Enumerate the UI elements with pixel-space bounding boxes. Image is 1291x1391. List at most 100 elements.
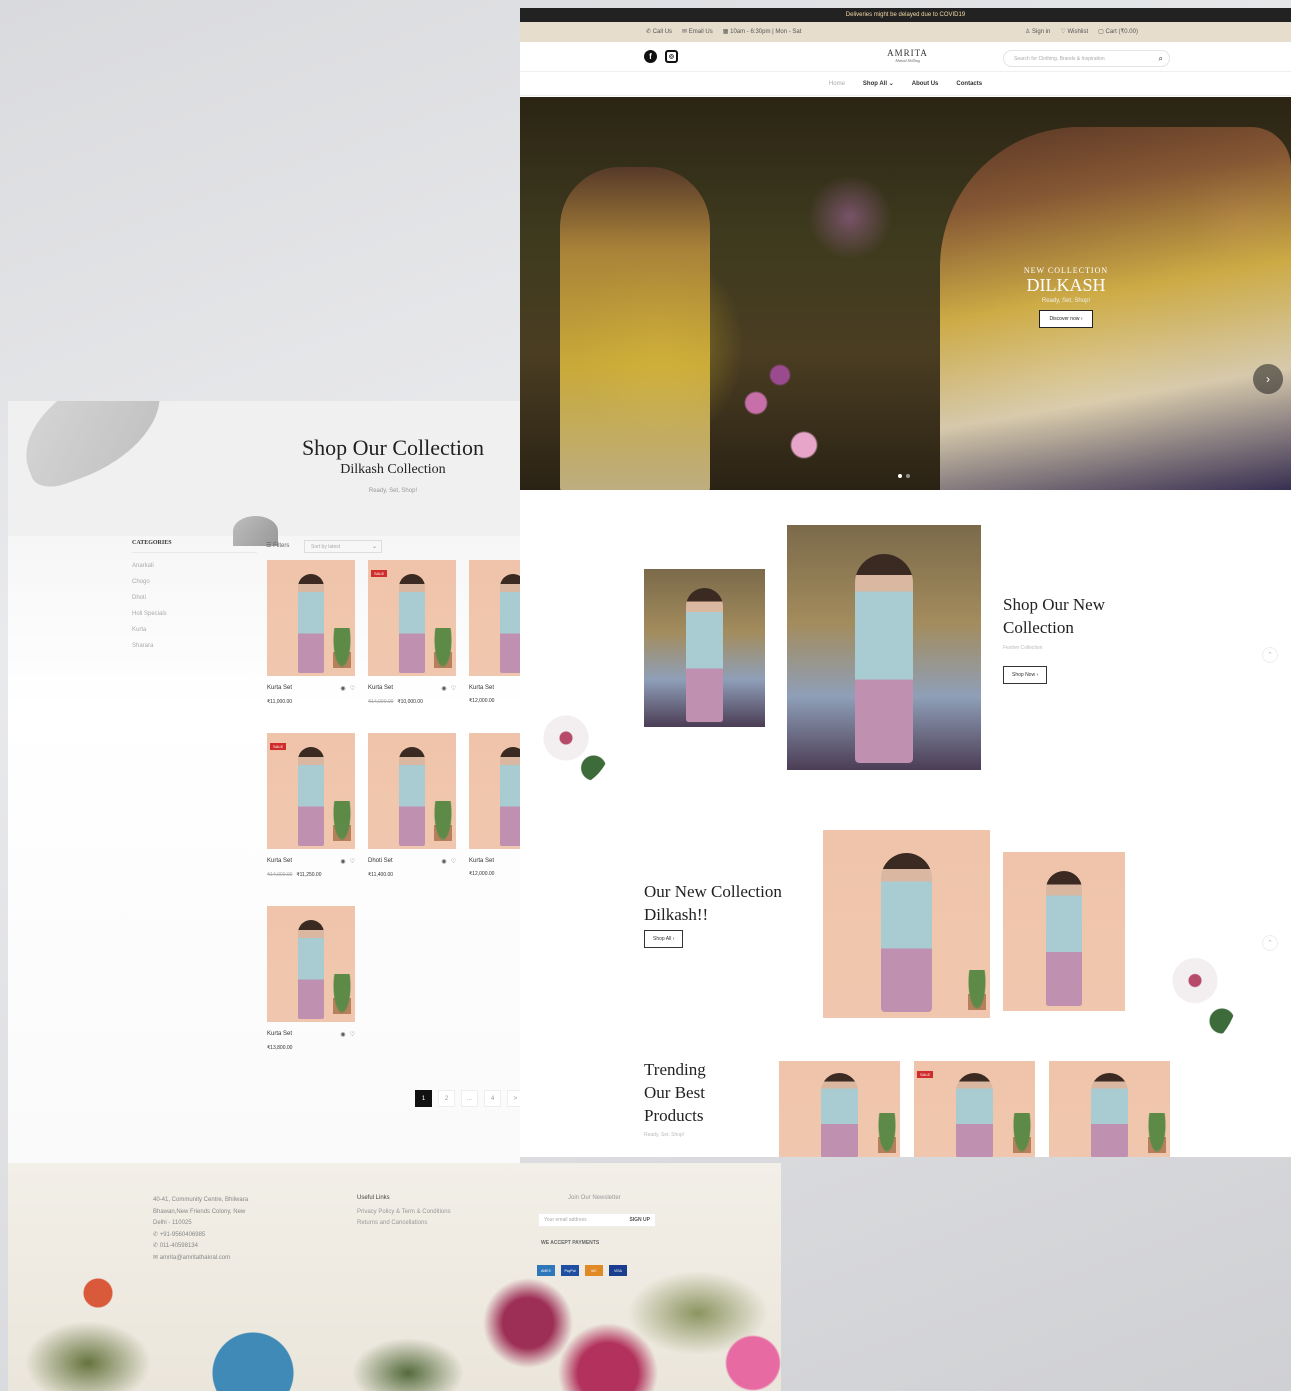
- quick-view-icon[interactable]: ◉: [340, 685, 345, 692]
- trending-product-photo[interactable]: SALE: [914, 1061, 1035, 1157]
- slide-dot[interactable]: [898, 474, 902, 478]
- search-input[interactable]: Search for Clothing, Brands & Inspiratio…: [1003, 50, 1170, 67]
- plant-decoration: [333, 628, 351, 668]
- page-button[interactable]: 1: [415, 1090, 432, 1107]
- amex-icon: AMEX: [537, 1265, 555, 1276]
- product-name[interactable]: Kurta Set: [469, 858, 494, 864]
- shop-all-button[interactable]: Shop All ›: [644, 930, 684, 948]
- product-photo[interactable]: [469, 560, 520, 676]
- nav-about-us[interactable]: About Us: [912, 81, 939, 87]
- call-us-link[interactable]: ✆ Call Us: [646, 28, 672, 35]
- sign-in-link[interactable]: ♙ Sign in: [1025, 28, 1050, 35]
- nav-home[interactable]: Home: [829, 81, 845, 87]
- dilkash-photo-front[interactable]: [823, 830, 990, 1018]
- product-card[interactable]: SALE Kurta Set ◉ ♡ ₹14,000.00 ₹10,000.00: [368, 560, 456, 705]
- email-us-link[interactable]: ✉ Email Us: [682, 28, 713, 35]
- instagram-icon[interactable]: ◎: [665, 50, 678, 63]
- product-card[interactable]: Kurta Set ₹12,000.00: [469, 560, 520, 704]
- quick-view-icon[interactable]: ◉: [441, 858, 446, 865]
- newsletter-email-input[interactable]: Your email address SIGN UP: [538, 1213, 656, 1227]
- trending-product-photo[interactable]: [1049, 1061, 1170, 1157]
- section-new-collection-title: Shop Our New Collection: [1003, 593, 1105, 639]
- nav-contacts[interactable]: Contacts: [956, 81, 982, 87]
- sign-in-label: Sign in: [1032, 29, 1051, 35]
- product-photo[interactable]: [368, 733, 456, 849]
- wishlist-icon[interactable]: ♡: [451, 685, 456, 692]
- logo-name: AMRITA: [887, 48, 928, 58]
- announcement-bar: Deliveries might be delayed due to COVID…: [520, 8, 1291, 22]
- title-line: Dilkash!!: [644, 905, 709, 924]
- model-figure: [1091, 1073, 1128, 1157]
- product-photo[interactable]: SALE: [368, 560, 456, 676]
- wishlist-icon[interactable]: ♡: [350, 1031, 355, 1038]
- product-photo[interactable]: [267, 906, 355, 1022]
- wishlist-icon[interactable]: ♡: [451, 858, 456, 865]
- scroll-up-icon[interactable]: ⌃: [1262, 935, 1278, 951]
- nav-shop-all[interactable]: Shop All ⌄: [863, 80, 894, 87]
- filter-icon: ☰: [266, 543, 272, 549]
- category-item[interactable]: Holi Specials: [132, 611, 167, 627]
- cart-link[interactable]: ▢ Cart (₹0.00): [1098, 28, 1138, 35]
- category-item[interactable]: Anarkali: [132, 563, 167, 579]
- product-card[interactable]: Dhoti Set ◉ ♡ ₹11,400.00: [368, 733, 456, 878]
- category-item[interactable]: Dhoti: [132, 595, 167, 611]
- discover-now-button[interactable]: Discover now ›: [1039, 310, 1093, 328]
- hours-text: ▦ 10am - 6:30pm | Mon - Sat: [722, 29, 802, 35]
- model-figure: [686, 587, 723, 723]
- paypal-icon: PayPal: [561, 1265, 579, 1276]
- product-card[interactable]: SALE Kurta Set ◉ ♡ ₹14,000.00 ₹11,250.00: [267, 733, 355, 878]
- product-name[interactable]: Dhoti Set: [368, 858, 393, 865]
- product-card[interactable]: Kurta Set ◉ ♡ ₹11,000.00: [267, 560, 355, 705]
- wishlist-icon[interactable]: ♡: [350, 858, 355, 865]
- wishlist-icon[interactable]: ♡: [350, 685, 355, 692]
- footer-link[interactable]: Returns and Cancellations: [357, 1218, 451, 1229]
- product-name[interactable]: Kurta Set: [267, 1031, 292, 1038]
- scroll-up-icon[interactable]: ⌃: [1262, 647, 1278, 663]
- shop-banner: Shop Our Collection Dilkash Collection R…: [8, 401, 520, 546]
- page-button[interactable]: 4: [484, 1090, 501, 1107]
- address-line: 40-41, Community Centre, Bhilwara: [153, 1197, 249, 1203]
- slide-dot[interactable]: [906, 474, 910, 478]
- product-name[interactable]: Kurta Set: [469, 685, 494, 691]
- product-name[interactable]: Kurta Set: [267, 685, 292, 692]
- category-item[interactable]: Chogo: [132, 579, 167, 595]
- product-card[interactable]: Kurta Set ◉ ♡ ₹13,800.00: [267, 906, 355, 1051]
- collection-photo-small[interactable]: [644, 569, 765, 727]
- shop-tagline: Ready, Set, Shop!: [368, 488, 418, 494]
- search-icon[interactable]: ⌕: [1159, 54, 1163, 64]
- footer-link[interactable]: Privacy Policy & Term & Conditions: [357, 1207, 451, 1218]
- quick-view-icon[interactable]: ◉: [340, 858, 345, 865]
- product-photo[interactable]: [267, 560, 355, 676]
- dilkash-photo-back[interactable]: [1003, 852, 1125, 1011]
- footer-panel: 40-41, Community Centre, Bhilwara Bhawan…: [8, 1163, 781, 1391]
- wishlist-link[interactable]: ♡ Wishlist: [1060, 28, 1088, 35]
- product-name[interactable]: Kurta Set: [368, 685, 393, 692]
- shop-now-button[interactable]: Shop Now ›: [1003, 666, 1048, 684]
- sort-select[interactable]: Sort by latest ⌄: [304, 540, 382, 553]
- product-photo[interactable]: [469, 733, 520, 849]
- product-photo[interactable]: SALE: [267, 733, 355, 849]
- product-card[interactable]: Kurta Set ₹12,000.00: [469, 733, 520, 877]
- price-current: ₹11,400.00: [368, 872, 394, 878]
- filters-button[interactable]: ☰ Filters: [266, 542, 289, 549]
- collection-photo-large[interactable]: [787, 525, 981, 770]
- product-price: ₹11,000.00: [267, 699, 355, 705]
- next-slide-icon[interactable]: ›: [1253, 364, 1283, 394]
- quick-view-icon[interactable]: ◉: [340, 1031, 345, 1038]
- phone-line[interactable]: ✆ +91-9560406985: [153, 1230, 278, 1242]
- title-line: Products: [644, 1106, 704, 1125]
- next-page-button[interactable]: >: [507, 1090, 520, 1107]
- product-name[interactable]: Kurta Set: [267, 858, 292, 865]
- quick-view-icon[interactable]: ◉: [441, 685, 446, 692]
- sign-up-button[interactable]: SIGN UP: [629, 1217, 650, 1223]
- site-logo[interactable]: AMRITA Ahmad Shilling: [880, 48, 935, 63]
- phone-line[interactable]: ✆ 011-40598134: [153, 1241, 278, 1253]
- logo-tagline: Ahmad Shilling: [895, 58, 920, 63]
- email-address: amrita@amritathakral.com: [159, 1254, 231, 1261]
- trending-product-photo[interactable]: [779, 1061, 900, 1157]
- page-button[interactable]: 2: [438, 1090, 455, 1107]
- category-item[interactable]: Sharara: [132, 643, 167, 659]
- category-item[interactable]: Kurta: [132, 627, 167, 643]
- email-line[interactable]: ✉ amrita@amritathakral.com: [153, 1253, 278, 1265]
- facebook-icon[interactable]: f: [644, 50, 657, 63]
